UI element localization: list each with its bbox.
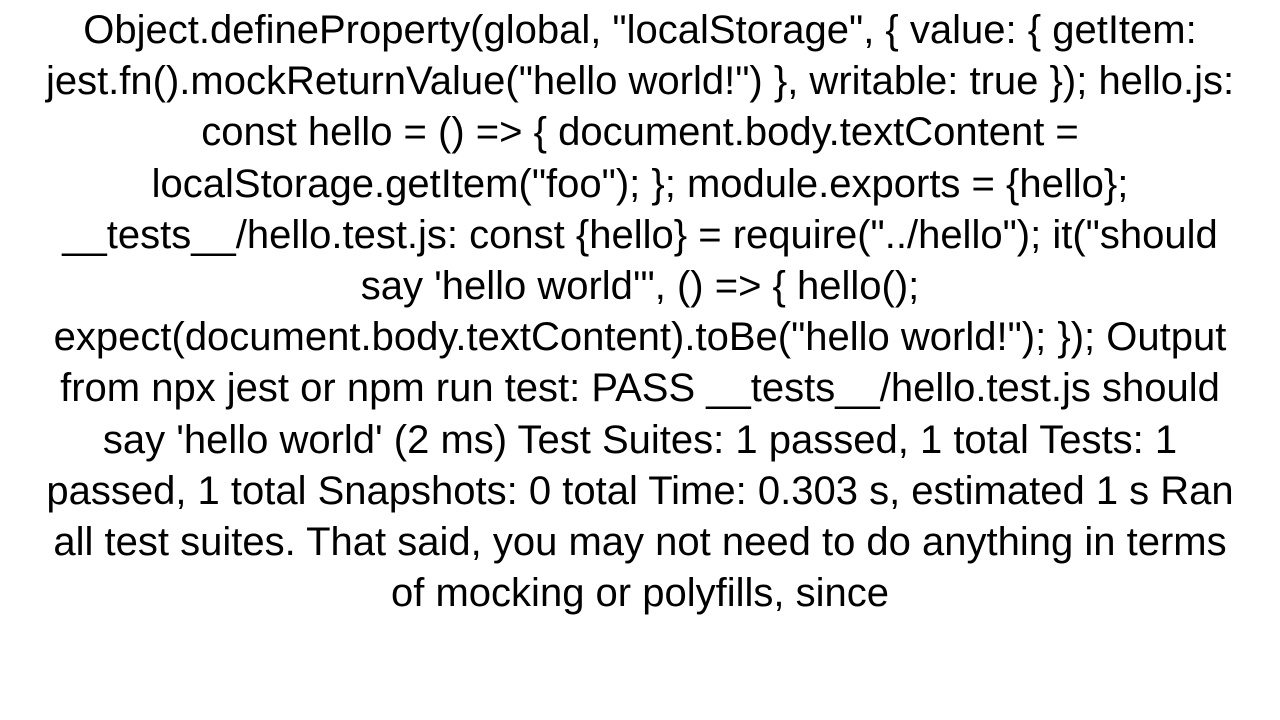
document-body-text: Object.defineProperty(global, "localStor… — [40, 0, 1240, 619]
